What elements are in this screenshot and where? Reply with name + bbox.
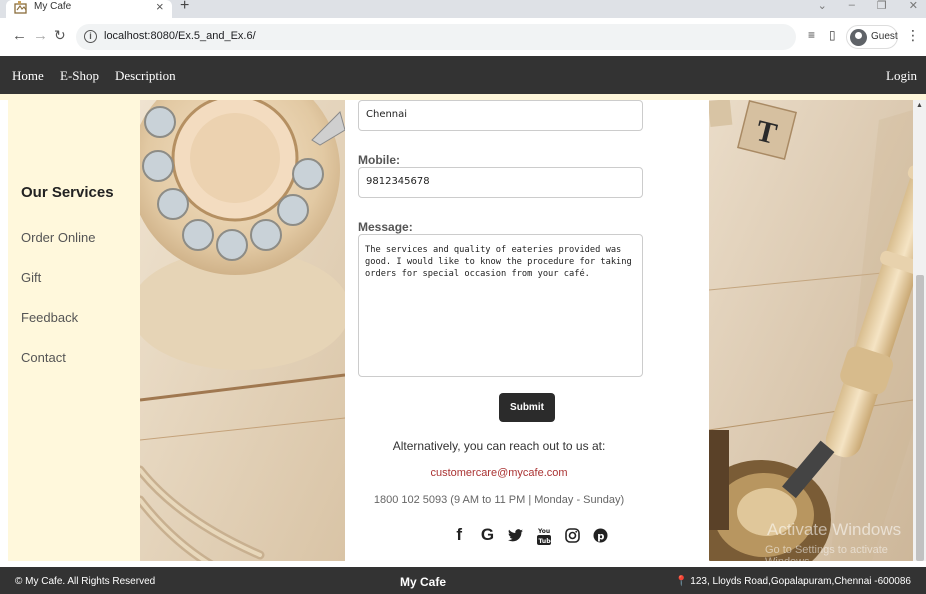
menu-kebab-icon[interactable]: ⋮ xyxy=(906,27,920,44)
windows-watermark-subtitle: Go to Settings to activate Windows. xyxy=(765,544,888,561)
nav-link-home[interactable]: Home xyxy=(12,68,44,84)
telephone-handset-image: T xyxy=(709,100,913,561)
browser-toolbar: ← → ↻ i localhost:8080/Ex.5_and_Ex.6/ ≡ … xyxy=(0,18,926,56)
footer-brand: My Cafe xyxy=(400,575,447,589)
side-panel-icon[interactable]: ▯ xyxy=(829,28,836,42)
windows-watermark-title: Activate Windows xyxy=(767,520,902,539)
services-sidebar: Our Services Order Online Gift Feedback … xyxy=(8,100,140,561)
footer-address: 123, Lloyds Road,Gopalapuram,Chennai -60… xyxy=(690,576,911,587)
browser-tab-strip: My Cafe × + ⌄ – ❐ ✕ xyxy=(0,0,926,18)
city-field[interactable]: Chennai xyxy=(358,100,643,131)
facebook-icon[interactable]: f xyxy=(445,524,473,546)
window-controls: ⌄ – ❐ ✕ xyxy=(818,0,918,12)
social-icons: f G You Tube p xyxy=(445,524,615,546)
restore-icon[interactable]: ❐ xyxy=(877,0,887,12)
email-link[interactable]: customercare@mycafe.com xyxy=(345,467,653,479)
site-footer: © My Cafe. All Rights Reserved My Cafe 📍… xyxy=(0,567,926,594)
svg-text:Tube: Tube xyxy=(539,538,552,545)
profile-label: Guest xyxy=(871,31,898,42)
twitter-icon[interactable] xyxy=(502,524,530,546)
tab-title: My Cafe xyxy=(34,1,72,12)
message-textarea[interactable]: The services and quality of eateries pro… xyxy=(358,234,643,377)
reload-icon[interactable]: ↻ xyxy=(54,27,66,44)
scroll-thumb[interactable] xyxy=(916,275,924,561)
instagram-icon[interactable] xyxy=(558,524,586,546)
new-tab-icon[interactable]: + xyxy=(180,0,189,15)
reading-list-icon[interactable]: ≡ xyxy=(808,28,815,42)
footer-address-wrap: 📍 123, Lloyds Road,Gopalapuram,Chennai -… xyxy=(675,576,911,587)
scroll-up-arrow-icon[interactable]: ▲ xyxy=(916,102,923,109)
nav-link-description[interactable]: Description xyxy=(115,68,176,84)
background-photo-left xyxy=(140,100,345,561)
avatar xyxy=(850,29,867,46)
sidebar-title: Our Services xyxy=(21,184,114,201)
address-bar[interactable]: i localhost:8080/Ex.5_and_Ex.6/ xyxy=(76,24,796,50)
google-icon[interactable]: G xyxy=(473,524,501,546)
map-marker-icon: 📍 xyxy=(675,576,688,587)
rotary-phone-image xyxy=(140,100,345,561)
nav-link-eshop[interactable]: E-Shop xyxy=(60,68,99,84)
sidebar-item-gift[interactable]: Gift xyxy=(21,270,41,285)
browser-tab[interactable]: My Cafe × xyxy=(6,0,172,18)
footer-copyright: © My Cafe. All Rights Reserved xyxy=(15,576,156,587)
cafe-favicon-icon xyxy=(14,1,27,14)
message-label: Message: xyxy=(358,220,413,234)
close-window-icon[interactable]: ✕ xyxy=(909,0,918,12)
nav-link-login[interactable]: Login xyxy=(886,68,917,84)
profile-button[interactable]: Guest xyxy=(846,25,898,49)
minimize-icon[interactable]: – xyxy=(849,0,855,12)
sidebar-item-contact[interactable]: Contact xyxy=(21,350,66,365)
contact-form: Chennai Mobile: 9812345678 Message: The … xyxy=(345,100,709,561)
chevron-down-icon[interactable]: ⌄ xyxy=(818,0,827,12)
url-text[interactable]: localhost:8080/Ex.5_and_Ex.6/ xyxy=(104,30,256,42)
page-scrollbar[interactable]: ▲ xyxy=(913,100,926,561)
close-tab-icon[interactable]: × xyxy=(156,0,164,14)
reach-out-text: Alternatively, you can reach out to us a… xyxy=(392,439,606,453)
phone-text: 1800 102 5093 (9 AM to 11 PM | Monday - … xyxy=(373,494,625,506)
sidebar-item-order-online[interactable]: Order Online xyxy=(21,230,95,245)
forward-arrow-icon[interactable]: → xyxy=(33,27,48,44)
youtube-icon[interactable]: You Tube xyxy=(530,524,558,546)
submit-button[interactable]: Submit xyxy=(499,393,555,422)
site-navbar: Home E-Shop Description Login xyxy=(0,56,926,94)
pinterest-icon[interactable]: p xyxy=(587,524,615,546)
info-icon[interactable]: i xyxy=(84,30,97,43)
svg-text:p: p xyxy=(597,532,604,543)
background-photo-right: T Activate Windows Go to Settings to act… xyxy=(709,100,913,561)
back-arrow-icon[interactable]: ← xyxy=(12,27,27,44)
sidebar-item-feedback[interactable]: Feedback xyxy=(21,310,78,325)
mobile-field[interactable]: 9812345678 xyxy=(358,167,643,198)
svg-text:You: You xyxy=(537,528,550,535)
mobile-label: Mobile: xyxy=(358,153,400,167)
